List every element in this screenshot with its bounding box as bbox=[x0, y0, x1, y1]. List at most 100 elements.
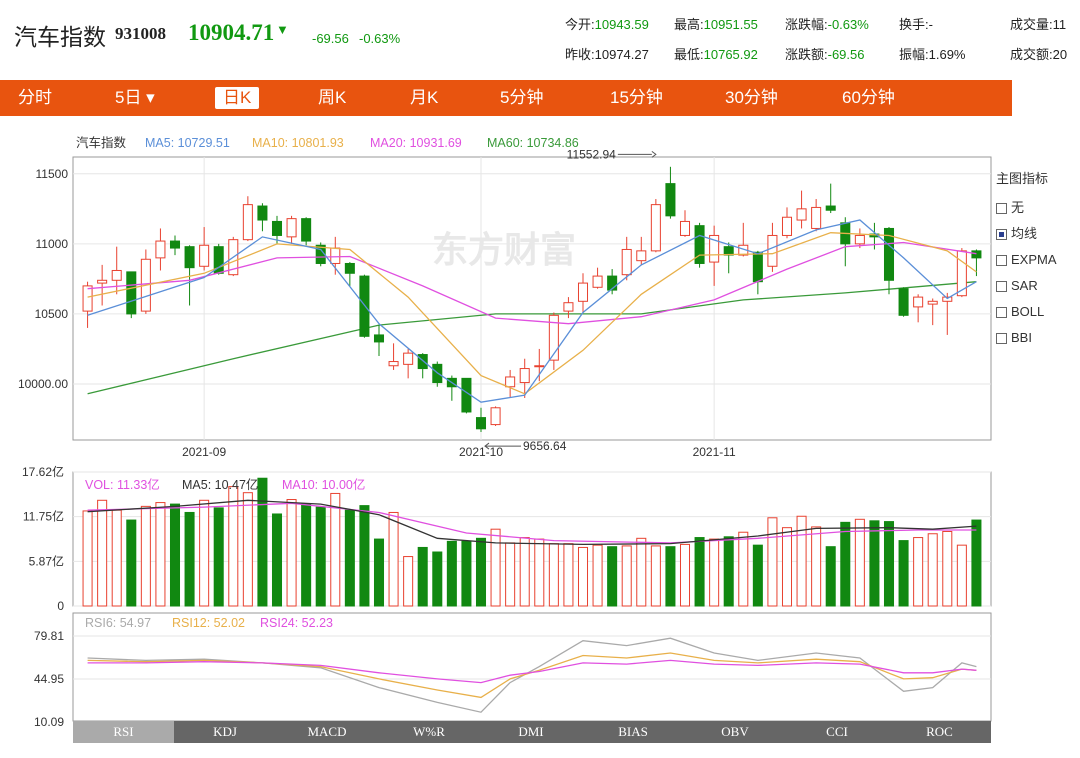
volume-bar bbox=[228, 486, 239, 607]
tab-intraday[interactable]: 分时 bbox=[18, 87, 52, 109]
tab-dmi[interactable]: DMI bbox=[480, 721, 582, 743]
volume-bar bbox=[403, 556, 414, 607]
checkbox-icon bbox=[996, 255, 1007, 266]
candle-body bbox=[373, 334, 385, 343]
stat-turnover: 换手:- bbox=[899, 17, 933, 32]
volume-bar bbox=[257, 477, 268, 607]
candle-body bbox=[286, 218, 297, 238]
candle-body bbox=[242, 204, 253, 241]
volume-bar bbox=[811, 526, 822, 607]
volume-bar bbox=[898, 540, 909, 607]
volume-y-tick: 0 bbox=[57, 599, 64, 613]
price-change: -69.56 bbox=[312, 31, 349, 46]
candle-body bbox=[825, 205, 836, 211]
candle-body bbox=[199, 244, 210, 267]
candle-body bbox=[475, 417, 487, 430]
volume-bar bbox=[490, 528, 501, 607]
price-y-tick: 11500 bbox=[36, 167, 69, 181]
volume-y-tick: 17.62亿 bbox=[22, 464, 64, 479]
indicator-sar[interactable]: SAR bbox=[996, 278, 1038, 294]
volume-bar bbox=[359, 505, 370, 607]
volume-bar bbox=[286, 499, 297, 607]
tab-15min[interactable]: 15分钟 bbox=[610, 87, 663, 109]
volume-bar bbox=[373, 538, 385, 607]
tab-5min[interactable]: 5分钟 bbox=[500, 87, 543, 109]
tab-cci[interactable]: CCI bbox=[786, 721, 888, 743]
candle-body bbox=[505, 376, 516, 388]
volume-bar bbox=[942, 530, 953, 607]
rsi-legend-rsi24: RSI24: 52.23 bbox=[260, 616, 333, 630]
price-legend-ma10: MA10: 10801.93 bbox=[252, 136, 344, 150]
checkbox-icon bbox=[996, 333, 1007, 344]
tab-bias[interactable]: BIAS bbox=[582, 721, 684, 743]
stat-pct: 涨跌幅:-0.63% bbox=[785, 17, 869, 32]
volume-bar bbox=[82, 510, 93, 607]
price-legend-汽车指数: 汽车指数 bbox=[76, 135, 127, 150]
volume-bar bbox=[752, 544, 763, 607]
candle-body bbox=[519, 368, 530, 384]
price-change-pct: -0.63% bbox=[359, 31, 401, 46]
volume-bar bbox=[169, 503, 181, 607]
price-y-tick: 10500 bbox=[35, 307, 69, 321]
price-y-tick: 11000 bbox=[36, 237, 69, 251]
tab-daily-k[interactable]: 日K bbox=[215, 87, 260, 109]
indicator-expma[interactable]: EXPMA bbox=[996, 252, 1057, 268]
candle-body bbox=[563, 302, 574, 312]
tab-60min[interactable]: 60分钟 bbox=[842, 87, 895, 109]
tab-roc[interactable]: ROC bbox=[888, 721, 991, 743]
candle-body bbox=[403, 352, 414, 365]
volume-bar bbox=[315, 506, 326, 607]
volume-bar bbox=[913, 537, 924, 607]
volume-bar bbox=[140, 505, 151, 607]
rsi-chart: 79.81 44.95 10.09 RSI6: 54.97 RSI12: 52.02 R… bbox=[34, 612, 992, 729]
indicator-bbi[interactable]: BBI bbox=[996, 330, 1032, 346]
watermark: 东方财富 bbox=[432, 229, 576, 270]
volume-bar bbox=[534, 538, 545, 607]
rsi-y-tick: 79.81 bbox=[34, 629, 64, 643]
tab-wr[interactable]: W%R bbox=[378, 721, 480, 743]
checkbox-icon bbox=[996, 281, 1007, 292]
checkbox-checked-icon bbox=[996, 229, 1007, 240]
volume-bar bbox=[563, 543, 574, 607]
tab-obv[interactable]: OBV bbox=[684, 721, 786, 743]
volume-bar bbox=[694, 537, 705, 607]
indicator-ma[interactable]: 均线 bbox=[996, 226, 1037, 242]
volume-y-tick: 11.75亿 bbox=[23, 509, 64, 524]
indicator-none[interactable]: 无 bbox=[996, 200, 1024, 216]
price-x-tick: 2021-10 bbox=[459, 445, 503, 459]
candle-body bbox=[388, 361, 399, 367]
candle-body bbox=[767, 234, 778, 267]
candle-body bbox=[184, 246, 195, 269]
stat-prev-close: 昨收:10974.27 bbox=[565, 47, 649, 62]
volume-bar bbox=[767, 517, 778, 607]
tab-kdj[interactable]: KDJ bbox=[174, 721, 276, 743]
candle-body bbox=[621, 248, 632, 276]
candle-body bbox=[781, 216, 793, 236]
tab-weekly-k[interactable]: 周K bbox=[318, 87, 346, 109]
current-price: 10904.71 bbox=[188, 20, 275, 45]
checkbox-icon bbox=[996, 203, 1007, 214]
volume-bar bbox=[738, 531, 749, 607]
stat-high: 最高:10951.55 bbox=[674, 17, 758, 32]
down-arrow-icon: ▼ bbox=[276, 22, 289, 37]
tab-monthly-k[interactable]: 月K bbox=[410, 87, 438, 109]
checkbox-icon bbox=[996, 307, 1007, 318]
index-name: 汽车指数 bbox=[14, 25, 106, 50]
index-code: 931008 bbox=[115, 24, 166, 43]
tab-5day[interactable]: 5日 ▾ bbox=[115, 87, 155, 109]
volume-bar bbox=[213, 507, 224, 607]
volume-bar bbox=[301, 503, 312, 607]
volume-bar bbox=[199, 499, 210, 607]
price-chart: 东方财富 11552.949656.64 1150011000105001000… bbox=[18, 135, 992, 459]
volume-bar bbox=[577, 546, 589, 607]
volume-chart: 17.62亿 11.75亿 5.87亿 0 VOL: 11.33亿 MA5: 10.47… bbox=[22, 464, 992, 613]
candle-body bbox=[82, 285, 93, 312]
quote-header: 汽车指数 931008 10904.71 ▼ -69.56 -0.63% 今开:… bbox=[0, 0, 1080, 72]
tab-rsi[interactable]: RSI bbox=[73, 721, 174, 743]
tab-macd[interactable]: MACD bbox=[276, 721, 378, 743]
tab-30min[interactable]: 30分钟 bbox=[725, 87, 778, 109]
candle-body bbox=[169, 240, 181, 249]
indicator-boll[interactable]: BOLL bbox=[996, 304, 1044, 320]
candle-body bbox=[257, 205, 268, 221]
candle-body bbox=[577, 282, 589, 302]
